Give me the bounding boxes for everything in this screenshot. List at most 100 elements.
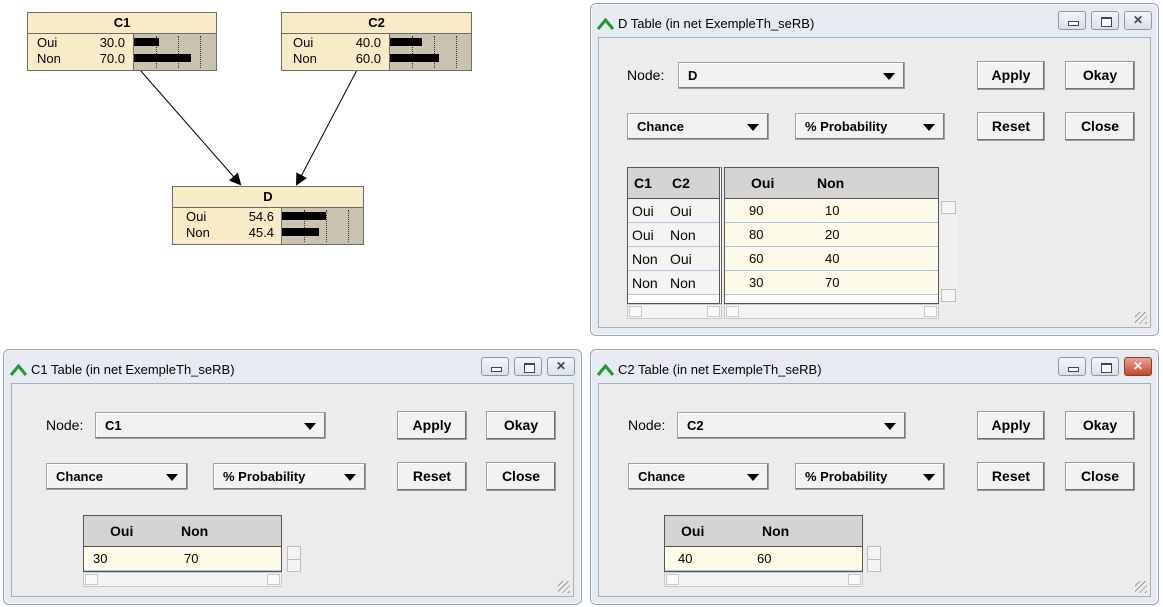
window-content: Node: C2 Apply Okay Chance % Probability… (598, 383, 1151, 597)
minimize-button[interactable] (481, 357, 509, 376)
scroll-up-icon[interactable] (941, 201, 956, 214)
horizontal-scrollbar[interactable] (627, 304, 722, 319)
chevron-down-icon (747, 474, 759, 481)
titlebar[interactable]: C1 Table (in net ExempleTh_seRB) ✕ (10, 356, 575, 382)
close-icon: ✕ (1132, 13, 1144, 27)
column-header: Oui (110, 523, 134, 539)
table-row: Oui Oui (628, 199, 719, 223)
node-c2[interactable]: C2 Oui 40.0 Non 60.0 (281, 12, 472, 71)
arrow-c1-to-d (139, 69, 242, 186)
close-button[interactable]: Close (1065, 462, 1135, 491)
node-label: Node: (627, 67, 665, 83)
scroll-left-icon[interactable] (666, 574, 679, 585)
okay-button[interactable]: Okay (486, 411, 556, 440)
scroll-down-icon[interactable] (941, 289, 956, 302)
table-row[interactable]: 80 20 (725, 223, 938, 247)
chevron-down-icon (923, 474, 935, 481)
node-c1[interactable]: C1 Oui 30.0 Non 70.0 (27, 12, 217, 71)
belief-bars (281, 208, 363, 244)
table-format-select[interactable]: % Probability (213, 463, 366, 490)
apply-button[interactable]: Apply (977, 61, 1045, 90)
table-row[interactable]: 40 60 (665, 547, 862, 571)
c1-table-window: C1 Table (in net ExempleTh_seRB) ✕ Node:… (3, 349, 582, 605)
node-state-row: Oui 40.0 (293, 35, 381, 50)
scroll-right-icon[interactable] (924, 306, 937, 317)
node-select[interactable]: C2 (677, 412, 906, 439)
okay-button[interactable]: Okay (1065, 411, 1135, 440)
scroll-left-icon[interactable] (85, 574, 98, 585)
column-header: Non (817, 175, 845, 191)
node-d[interactable]: D Oui 54.6 Non 45.4 (172, 186, 364, 245)
node-kind-select[interactable]: Chance (627, 113, 769, 140)
belief-bar (134, 54, 191, 62)
table-format-select[interactable]: % Probability (795, 113, 945, 140)
reset-button[interactable]: Reset (977, 112, 1045, 141)
vertical-scrollbar[interactable] (867, 546, 881, 572)
scroll-right-icon[interactable] (848, 574, 861, 585)
maximize-button[interactable] (514, 357, 542, 376)
resize-grip[interactable] (1135, 312, 1147, 324)
belief-bar (282, 212, 326, 220)
resize-grip[interactable] (1135, 581, 1147, 593)
titlebar[interactable]: D Table (in net ExempleTh_seRB) ✕ (597, 10, 1152, 36)
minimize-button[interactable] (1058, 11, 1086, 30)
minimize-button[interactable] (1058, 357, 1086, 376)
node-kind-select[interactable]: Chance (628, 463, 769, 490)
belief-bar (390, 38, 422, 46)
scroll-right-icon[interactable] (267, 574, 280, 585)
chevron-down-icon (344, 474, 356, 481)
table-row[interactable]: 30 70 (84, 547, 281, 571)
scroll-left-icon[interactable] (629, 306, 642, 317)
horizontal-scrollbar[interactable] (83, 572, 282, 587)
d-table-window: D Table (in net ExempleTh_seRB) ✕ Node: … (590, 3, 1159, 336)
node-label: Node: (46, 417, 84, 433)
chevron-down-icon (883, 73, 895, 80)
vertical-scrollbar[interactable] (939, 199, 958, 304)
node-state-row: Non 45.4 (186, 225, 274, 240)
chevron-down-icon (166, 474, 178, 481)
reset-button[interactable]: Reset (977, 462, 1045, 491)
titlebar[interactable]: C2 Table (in net ExempleTh_seRB) ✕ (597, 356, 1152, 382)
close-button[interactable]: Close (1065, 112, 1135, 141)
maximize-button[interactable] (1091, 11, 1119, 30)
scroll-left-icon[interactable] (726, 306, 739, 317)
okay-button[interactable]: Okay (1065, 61, 1135, 90)
node-select[interactable]: D (678, 62, 905, 89)
resize-grip[interactable] (558, 581, 570, 593)
column-header: Oui (751, 175, 775, 191)
window-title: D Table (in net ExempleTh_seRB) (618, 15, 815, 31)
node-kind-select[interactable]: Chance (46, 463, 188, 490)
horizontal-scrollbar[interactable] (724, 304, 939, 319)
table-row[interactable]: 30 70 (725, 271, 938, 295)
table-format-select[interactable]: % Probability (795, 463, 945, 490)
vertical-scrollbar[interactable] (287, 546, 301, 572)
close-window-button[interactable]: ✕ (1124, 11, 1152, 30)
column-header: Non (762, 523, 790, 539)
chevron-down-icon (884, 423, 896, 430)
netica-app-icon (597, 364, 614, 376)
window-title: C1 Table (in net ExempleTh_seRB) (31, 361, 235, 377)
belief-bar (134, 38, 159, 46)
maximize-button[interactable] (1091, 357, 1119, 376)
arrow-c2-to-d (296, 69, 358, 186)
probability-table: Oui Non 30 70 (83, 515, 282, 572)
apply-button[interactable]: Apply (397, 411, 467, 440)
node-select[interactable]: C1 (95, 412, 326, 439)
column-header: Non (181, 523, 209, 539)
column-header: C1 (634, 175, 652, 191)
scroll-right-icon[interactable] (707, 306, 720, 317)
close-window-button[interactable]: ✕ (547, 357, 575, 376)
table-row[interactable]: 60 40 (725, 247, 938, 271)
reset-button[interactable]: Reset (397, 462, 467, 491)
node-title: C1 (28, 13, 216, 34)
node-title: C2 (282, 13, 471, 34)
close-button[interactable]: Close (486, 462, 556, 491)
window-content: Node: D Apply Okay Chance % Probability … (598, 37, 1151, 328)
table-row[interactable]: 90 10 (725, 199, 938, 223)
netica-app-icon (10, 364, 27, 376)
apply-button[interactable]: Apply (977, 411, 1045, 440)
horizontal-scrollbar[interactable] (664, 572, 863, 587)
close-window-button[interactable]: ✕ (1124, 357, 1152, 376)
node-state-row: Oui 54.6 (186, 209, 274, 224)
chevron-down-icon (747, 124, 759, 131)
